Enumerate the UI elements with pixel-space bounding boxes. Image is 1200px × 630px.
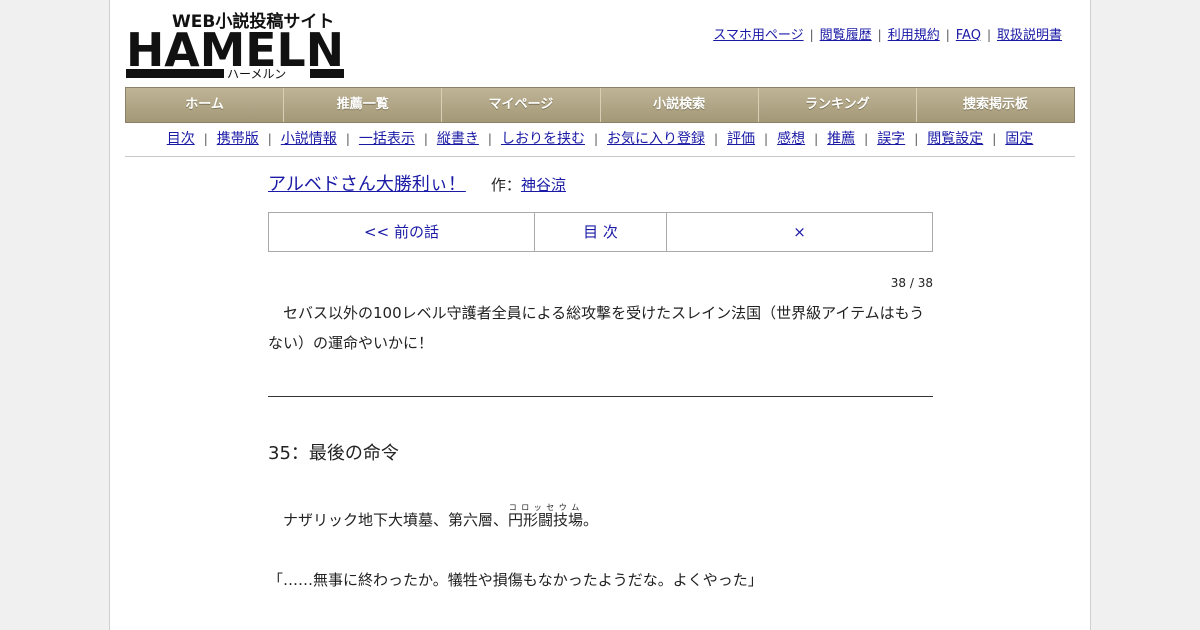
author-label: 作：	[490, 176, 521, 194]
sub-nav: 目次 | 携帯版 | 小説情報 | 一括表示 | 縦書き | しおりを挟む | お気に入り登録 | 評価 | 感…	[125, 122, 1075, 157]
divider	[268, 396, 933, 397]
nav-mypage[interactable]: マイページ	[442, 88, 601, 122]
chapter-preface: セバス以外の100レベル守護者全員による総攻撃を受けたスレイン法国（世界級アイテ…	[268, 304, 925, 352]
subnav-vertical[interactable]: 縦書き	[437, 131, 479, 147]
subnav-mobile[interactable]: 携帯版	[217, 131, 259, 147]
subnav-view-settings[interactable]: 閲覧設定	[927, 131, 983, 147]
chapter-title: 35：最後の命令	[268, 443, 399, 464]
novel-header: アルベドさん大勝利ぃ！ 作：神谷涼	[268, 170, 933, 196]
body-paragraph: ナザリック地下大墳墓、第六層、円形闘技場コロッセウム。	[268, 503, 933, 535]
nav-home[interactable]: ホーム	[126, 88, 285, 122]
nav-search-board[interactable]: 捜索掲示板	[917, 88, 1074, 122]
logo-kana: ハーメルン	[227, 67, 286, 80]
toplink-smartphone[interactable]: スマホ用ページ	[713, 28, 803, 43]
chapter-counter: 38 / 38	[890, 276, 933, 290]
toplink-terms[interactable]: 利用規約	[888, 28, 940, 43]
toplink-history[interactable]: 閲覧履歴	[820, 28, 872, 43]
toc-button[interactable]: 目 次	[535, 213, 667, 251]
prev-chapter-button[interactable]: << 前の話	[269, 213, 535, 251]
body-paragraph: 「……無事に終わったか。犠牲や損傷もなかったようだな。よくやった」	[268, 571, 763, 589]
close-button[interactable]: ×	[667, 213, 932, 251]
main-nav: ホーム 推薦一覧 マイページ 小説検索 ランキング 捜索掲示板	[125, 87, 1075, 123]
subnav-toc[interactable]: 目次	[167, 131, 195, 147]
novel-content: アルベドさん大勝利ぃ！ 作：神谷涼 << 前の話 目 次 × 38 / 38 セ…	[268, 170, 933, 595]
ruby-annotation: 円形闘技場コロッセウム	[508, 503, 584, 529]
subnav-rating[interactable]: 評価	[727, 131, 755, 147]
body-text: 。	[583, 511, 599, 529]
nav-recommendations[interactable]: 推薦一覧	[284, 88, 443, 122]
toplink-manual[interactable]: 取扱説明書	[997, 28, 1062, 43]
hameln-logo[interactable]: WEB小説投稿サイト HAMELN ハーメルン	[126, 10, 346, 80]
subnav-novel-info[interactable]: 小説情報	[281, 131, 337, 147]
novel-title-link[interactable]: アルベドさん大勝利ぃ！	[268, 174, 466, 195]
author-link[interactable]: 神谷涼	[521, 176, 566, 194]
nav-ranking[interactable]: ランキング	[759, 88, 917, 122]
subnav-typo[interactable]: 誤字	[877, 131, 905, 147]
subnav-review[interactable]: 感想	[777, 131, 805, 147]
subnav-pin[interactable]: 固定	[1005, 131, 1033, 147]
chapter-pager: << 前の話 目 次 ×	[268, 212, 933, 252]
body-text: ナザリック地下大墳墓、第六層、	[283, 511, 509, 529]
subnav-show-all[interactable]: 一括表示	[359, 131, 415, 147]
toplink-faq[interactable]: FAQ	[956, 28, 981, 43]
subnav-bookmark[interactable]: しおりを挟む	[501, 131, 585, 147]
subnav-recommend[interactable]: 推薦	[827, 131, 855, 147]
page-container: WEB小説投稿サイト HAMELN ハーメルン スマホ用ページ | 閲覧履歴 | 利用規…	[109, 0, 1091, 630]
top-links: スマホ用ページ | 閲覧履歴 | 利用規約 | FAQ | 取扱説明書	[713, 28, 1062, 43]
nav-novel-search[interactable]: 小説検索	[601, 88, 759, 122]
subnav-favorite[interactable]: お気に入り登録	[607, 131, 705, 147]
